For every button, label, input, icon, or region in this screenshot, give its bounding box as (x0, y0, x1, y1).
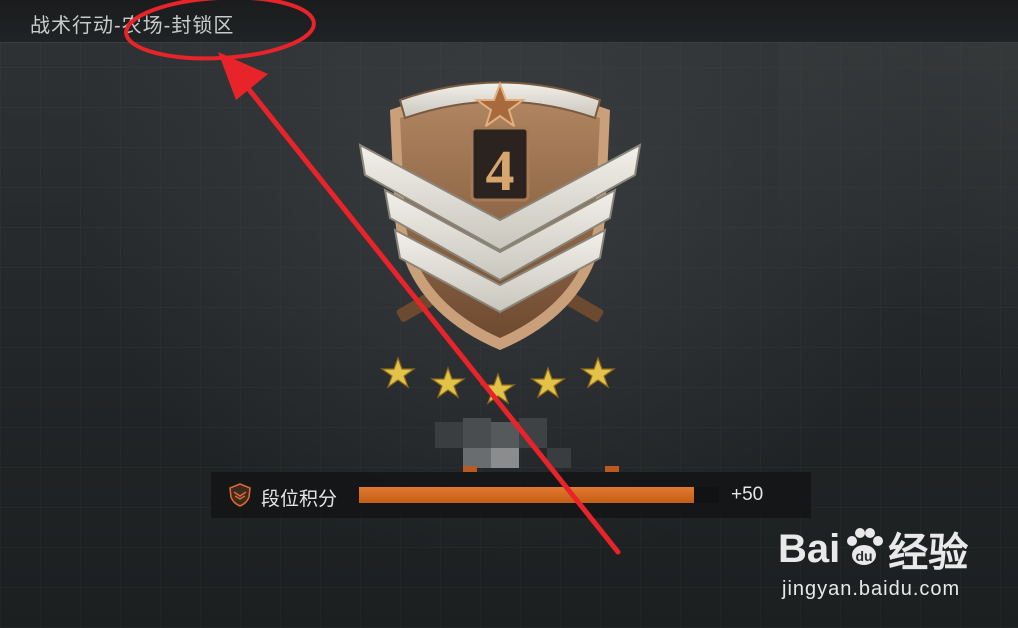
rank-badge-icon: 4 (358, 81, 642, 350)
svg-text:du: du (856, 548, 873, 564)
weapon-silhouette (778, 40, 1018, 400)
watermark-url: jingyan.baidu.com (782, 578, 961, 600)
star-icon (430, 366, 466, 399)
score-progress-bar (359, 487, 719, 503)
star-icon (580, 356, 616, 389)
score-label: 段位积分 (261, 489, 338, 510)
rank-stars (380, 356, 616, 405)
map-title: 战术行动-农场-封锁区 (30, 15, 235, 37)
baidu-watermark: Bai du 经验 jingyan.baidu.com (778, 520, 1008, 620)
score-delta: +50 (731, 484, 764, 505)
rank-score-panel: 段位积分 +50 (211, 472, 811, 518)
top-bar: 战术行动-农场-封锁区 (0, 0, 1018, 43)
rank-number: 4 (486, 138, 515, 203)
score-progress-fill (359, 487, 694, 503)
star-icon (380, 356, 416, 389)
star-icon (480, 372, 516, 405)
rank-emblem-icon (229, 483, 251, 507)
star-icon (530, 366, 566, 399)
redacted-rank-name (435, 418, 625, 474)
baidu-paw-icon: du (847, 528, 884, 565)
watermark-brand-right: 经验 (888, 531, 969, 575)
watermark-brand-left: Bai (778, 526, 841, 571)
